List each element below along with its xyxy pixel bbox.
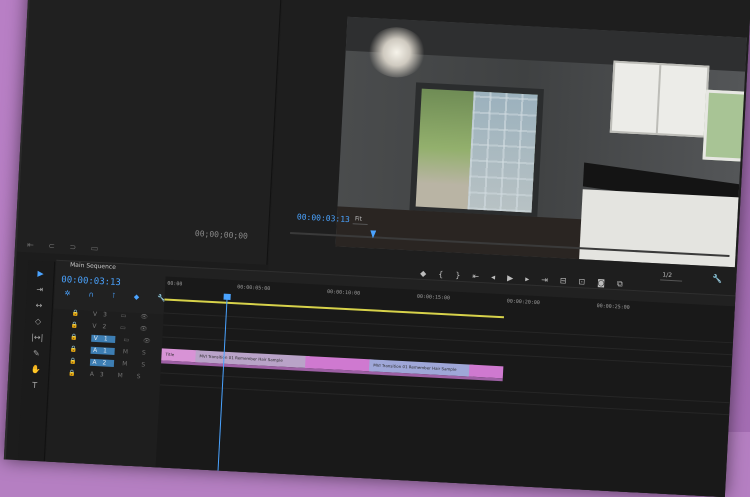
sliding-door-image <box>409 82 544 217</box>
window-image <box>702 89 747 162</box>
ruler-tick: 00:00:20:00 <box>506 298 541 307</box>
mark-in-button[interactable]: { <box>438 270 444 280</box>
marker-button[interactable]: ◆ <box>420 269 427 279</box>
go-to-out-button[interactable]: ⇥ <box>541 275 548 285</box>
ruler-tick: 00:00:10:00 <box>326 289 361 297</box>
mark-out-button[interactable]: } <box>455 271 461 281</box>
premiere-window: 00;00;00;00 ⇤ ⊂ ⊃ ▭ 00:00:03:13 Fit 1/2 … <box>3 0 750 497</box>
timeline-playhead[interactable] <box>217 295 228 472</box>
razor-tool-icon[interactable]: ◇ <box>35 317 42 326</box>
track-headers: 🔒 V3 ▭ 👁 🔒 V2 ▭ 👁 🔒 V1 ▭ 👁 🔒 A1 M S 🔒 A2… <box>45 308 164 469</box>
extract-button[interactable]: ⊡ <box>578 277 585 287</box>
go-to-in-button[interactable]: ⇤ <box>472 272 479 282</box>
selection-tool-icon[interactable]: ▶ <box>37 269 44 278</box>
cabinet-image <box>609 60 710 138</box>
timeline-buttons[interactable]: ✲ ∩ ⊺ ◆ 🔧 <box>64 289 174 303</box>
lift-button[interactable]: ⊟ <box>560 276 567 286</box>
source-monitor: 00;00;00;00 ⇤ ⊂ ⊃ ▭ <box>16 0 283 265</box>
compare-button[interactable]: ⧉ <box>617 279 623 289</box>
timeline-panel: Main Sequence 00:00:03:13 ✲ ∩ ⊺ ◆ 🔧 🔒 V3… <box>45 259 736 497</box>
type-tool-icon[interactable]: T <box>32 381 37 390</box>
fit-dropdown[interactable]: Fit <box>352 215 369 226</box>
sequence-timecode[interactable]: 00:00:03:13 <box>61 275 121 288</box>
source-controls[interactable]: ⇤ ⊂ ⊃ ▭ <box>27 240 105 253</box>
ripple-edit-tool-icon[interactable]: ↔ <box>35 301 42 310</box>
playhead-handle[interactable] <box>223 293 231 300</box>
play-button[interactable]: ▶ <box>507 273 514 283</box>
video-preview <box>335 16 747 268</box>
program-timecode[interactable]: 00:00:03:13 <box>297 212 350 224</box>
slip-tool-icon[interactable]: |↔| <box>31 333 44 343</box>
sequence-tab[interactable]: Main Sequence <box>70 262 116 271</box>
ruler-tick: 00:00 <box>167 280 183 288</box>
hand-tool-icon[interactable]: ✋ <box>30 365 40 375</box>
pen-tool-icon[interactable]: ✎ <box>33 349 40 358</box>
desk-background: 00;00;00;00 ⇤ ⊂ ⊃ ▭ 00:00:03:13 Fit 1/2 … <box>0 0 750 497</box>
track-select-tool-icon[interactable]: ⇥ <box>36 285 43 294</box>
ruler-tick: 00:00:25:00 <box>596 303 630 311</box>
step-forward-button[interactable]: ▸ <box>525 274 529 284</box>
resolution-dropdown[interactable]: 1/2 <box>660 271 683 282</box>
wrench-icon[interactable]: 🔧 <box>712 274 722 284</box>
source-timecode: 00;00;00;00 <box>194 229 249 241</box>
step-back-button[interactable]: ◂ <box>491 273 495 283</box>
ruler-tick: 00:00:15:00 <box>416 293 451 302</box>
timeline-tracks[interactable]: 00:00 00:00:05:00 00:00:10:00 00:00:15:0… <box>155 276 735 497</box>
export-frame-button[interactable]: ◙ <box>597 278 605 288</box>
ruler-tick: 00:00:05:00 <box>236 284 271 293</box>
